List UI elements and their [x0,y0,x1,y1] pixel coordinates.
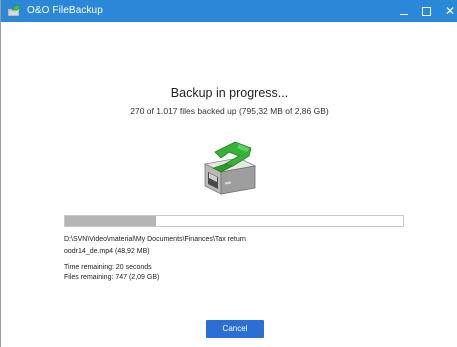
current-folder-path: D:\SVN\Video\material\My Documents\Finan… [64,236,246,243]
backup-progress-bar [64,215,404,227]
maximize-button[interactable] [415,0,439,22]
drive-with-green-arrow-icon [203,141,257,195]
app-logo-icon [7,5,22,17]
minimize-icon [400,14,408,15]
time-remaining: Time remaining: 20 seconds [64,264,152,271]
title-bar: O&O FileBackup ✕ [1,0,457,22]
progress-bar-fill [65,216,156,226]
status-heading: Backup in progress... [170,86,289,100]
cancel-button[interactable]: Cancel [206,320,264,338]
maximize-icon [422,7,431,16]
current-file-name: oodr14_de.mp4 (48,92 MB) [64,248,150,255]
close-icon: ✕ [444,4,456,18]
close-button[interactable]: ✕ [438,0,457,22]
window-title: O&O FileBackup [27,5,103,16]
minimize-button[interactable] [393,0,417,22]
progress-summary: 270 of 1.017 files backed up (795,32 MB … [130,106,329,116]
backup-window: O&O FileBackup ✕ Backup in progress... 2… [0,0,457,347]
files-remaining: Files remaining: 747 (2,09 GB) [64,274,160,281]
